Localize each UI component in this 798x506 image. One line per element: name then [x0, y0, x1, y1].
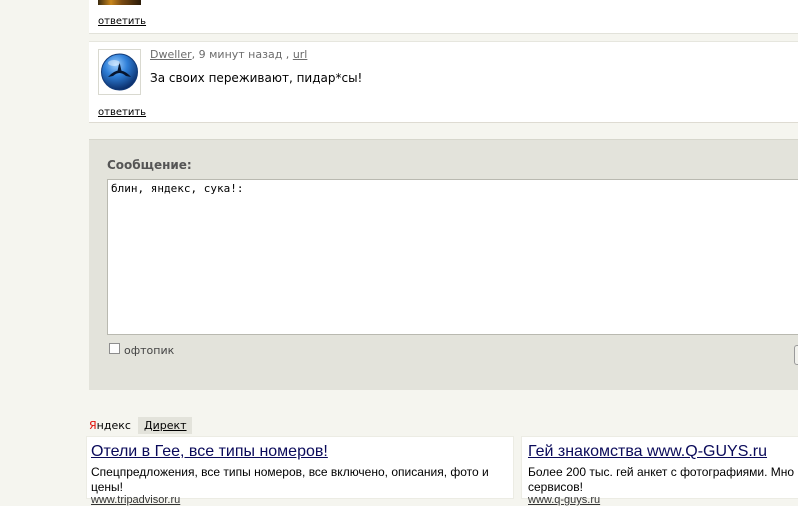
ad-url[interactable]: www.tripadvisor.ru: [91, 494, 180, 506]
yandex-logo-first-letter: Я: [89, 419, 97, 432]
comment-text: За своих переживают, пидар*сы!: [150, 71, 363, 85]
comment-author[interactable]: Dweller: [150, 48, 192, 61]
comment-url-link[interactable]: url: [293, 48, 308, 61]
yandex-logo: Яндекс: [89, 419, 131, 432]
yandex-logo-rest: ндекс: [96, 419, 131, 432]
submit-button[interactable]: [794, 345, 798, 365]
comment-meta: Dweller, 9 минут назад , url: [150, 48, 307, 61]
ad-card: Гей знакомства www.Q-GUYS.ru Более 200 т…: [521, 436, 798, 506]
message-label: Сообщение:: [107, 158, 192, 172]
offtopic-checkbox[interactable]: [109, 343, 120, 354]
ad-title[interactable]: Отели в Гее, все типы номеров!: [91, 443, 328, 461]
ad-description: Более 200 тыс. гей анкет с фотографиями.…: [528, 465, 795, 494]
ad-url[interactable]: www.q-guys.ru: [528, 494, 600, 506]
message-textarea[interactable]: блин, яндекс, сука!:: [107, 179, 798, 335]
offtopic-label: офтопик: [124, 344, 175, 357]
reply-link[interactable]: ответить: [98, 107, 146, 118]
ad-card: Отели в Гее, все типы номеров! Спецпредл…: [86, 436, 514, 506]
avatar: [98, 49, 141, 95]
previous-avatar: [98, 0, 141, 5]
ad-description: Спецпредложения, все типы номеров, все в…: [91, 465, 489, 494]
comment-time: , 9 минут назад ,: [191, 48, 293, 61]
direct-link[interactable]: Директ: [138, 417, 192, 434]
reply-link[interactable]: ответить: [98, 16, 146, 27]
previous-comment: [89, 0, 798, 34]
ad-title[interactable]: Гей знакомства www.Q-GUYS.ru: [528, 443, 767, 461]
blue-orb-avatar-icon: [101, 53, 138, 91]
